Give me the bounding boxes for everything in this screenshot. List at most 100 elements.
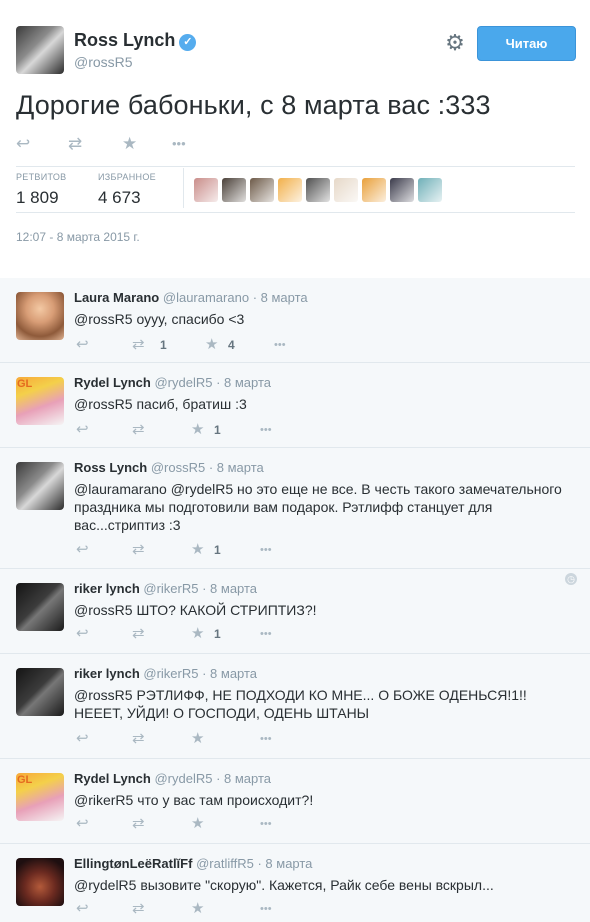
retweets-label: РЕТВИТОВ (16, 172, 67, 182)
reply-author-handle[interactable]: @rydelR5 (154, 771, 212, 786)
reply-tweet[interactable]: GL Rydel Lynch @rydelR5 · 8 марта @rossR… (0, 363, 590, 448)
favoriter-avatar[interactable] (278, 178, 302, 202)
reply-icon[interactable]: ↩ (16, 134, 30, 154)
divider (16, 212, 575, 213)
reply-tweet[interactable]: Laura Marano @lauramarano · 8 марта @ros… (0, 278, 590, 363)
retweet-icon[interactable]: ⇄ (68, 134, 82, 154)
tweet-timestamp[interactable]: 12:07 - 8 марта 2015 г. (16, 230, 140, 244)
more-icon[interactable]: ••• (260, 815, 272, 833)
favoriter-avatar[interactable] (390, 178, 414, 202)
retweets-stat[interactable]: РЕТВИТОВ 1 809 (16, 172, 66, 208)
avatar[interactable] (16, 858, 64, 906)
author-name[interactable]: Ross Lynch ✓ (74, 30, 197, 51)
favorite-icon[interactable]: ★ (191, 541, 204, 559)
reply-icon[interactable]: ↩ (76, 421, 89, 439)
reply-header: EllingtønLeëRatlĭFf @ratliffR5 · 8 марта (74, 856, 312, 871)
reply-tweet[interactable]: EllingtønLeëRatlĭFf @ratliffR5 · 8 марта… (0, 844, 590, 922)
reply-tweet[interactable]: Ross Lynch @rossR5 · 8 марта @lauramaran… (0, 448, 590, 569)
reply-author-name[interactable]: riker lynch (74, 666, 140, 681)
more-icon[interactable]: ••• (274, 336, 286, 354)
retweet-icon[interactable]: ⇄ (132, 900, 145, 918)
favorite-icon[interactable]: ★ (205, 336, 218, 354)
reply-author-handle[interactable]: @rossR5 (151, 460, 205, 475)
reply-author-handle[interactable]: @rikerR5 (143, 581, 198, 596)
avatar[interactable]: GL (16, 377, 64, 425)
reply-author-handle[interactable]: @rikerR5 (143, 666, 198, 681)
favorite-icon[interactable]: ★ (191, 730, 204, 748)
avatar-magazine-text: GL (17, 378, 33, 390)
follow-button[interactable]: Читаю (477, 26, 576, 61)
retweet-icon[interactable]: ⇄ (132, 730, 145, 748)
more-icon[interactable]: ••• (172, 134, 186, 154)
avatar[interactable] (16, 583, 64, 631)
reply-tweet[interactable]: GL Rydel Lynch @rydelR5 · 8 марта @riker… (0, 759, 590, 844)
reply-author-name[interactable]: Laura Marano (74, 290, 159, 305)
author-handle[interactable]: @rossR5 (74, 54, 133, 70)
reply-header: riker lynch @rikerR5 · 8 марта (74, 666, 257, 681)
favorite-icon[interactable]: ★ (191, 900, 204, 918)
reply-date[interactable]: · 8 марта (257, 856, 312, 871)
favorite-icon[interactable]: ★ (191, 625, 204, 643)
reply-author-handle[interactable]: @ratliffR5 (196, 856, 254, 871)
author-name-text[interactable]: Ross Lynch (74, 30, 175, 50)
verified-icon: ✓ (179, 34, 197, 51)
more-icon[interactable]: ••• (260, 541, 272, 559)
reply-icon[interactable]: ↩ (76, 336, 89, 354)
favorite-icon[interactable]: ★ (191, 815, 204, 833)
reply-icon[interactable]: ↩ (76, 625, 89, 643)
favoriter-avatar[interactable] (418, 178, 442, 202)
favorite-count: 4 (228, 338, 235, 352)
reply-author-name[interactable]: EllingtønLeëRatlĭFf (74, 856, 192, 871)
favorite-count: 1 (214, 627, 221, 641)
favoriter-avatar[interactable] (194, 178, 218, 202)
avatar[interactable] (16, 668, 64, 716)
favoriter-avatar[interactable] (222, 178, 246, 202)
favorite-icon[interactable]: ★ (191, 421, 204, 439)
favoriter-avatar[interactable] (334, 178, 358, 202)
retweet-icon[interactable]: ⇄ (132, 625, 145, 643)
reply-date[interactable]: · 8 марта (216, 375, 271, 390)
retweet-icon[interactable]: ⇄ (132, 336, 145, 354)
reply-author-handle[interactable]: @rydelR5 (154, 375, 212, 390)
reply-date[interactable]: · 8 марта (209, 460, 264, 475)
retweet-icon[interactable]: ⇄ (132, 541, 145, 559)
favoriter-avatar[interactable] (306, 178, 330, 202)
more-icon[interactable]: ••• (260, 421, 272, 439)
reply-tweet[interactable]: riker lynch @rikerR5 · 8 марта ◷ @rossR5… (0, 569, 590, 654)
reply-icon[interactable]: ↩ (76, 815, 89, 833)
avatar[interactable] (16, 462, 64, 510)
reply-date[interactable]: · 8 марта (202, 666, 257, 681)
reply-icon[interactable]: ↩ (76, 730, 89, 748)
reply-header: Rydel Lynch @rydelR5 · 8 марта (74, 771, 271, 786)
reply-author-name[interactable]: Rydel Lynch (74, 375, 151, 390)
avatar[interactable] (16, 292, 64, 340)
reply-tweet[interactable]: riker lynch @rikerR5 · 8 марта @rossR5 Р… (0, 654, 590, 759)
retweet-icon[interactable]: ⇄ (132, 421, 145, 439)
gear-icon[interactable]: ⚙ (444, 32, 466, 54)
globe-icon: ◷ (565, 573, 577, 585)
reply-header: Ross Lynch @rossR5 · 8 марта (74, 460, 264, 475)
reply-text: @rikerR5 что у вас там происходит?! (74, 792, 314, 808)
more-icon[interactable]: ••• (260, 900, 272, 918)
reply-icon[interactable]: ↩ (76, 541, 89, 559)
reply-actions: ↩ ⇄ ★ ••• (74, 815, 314, 833)
reply-author-name[interactable]: Rydel Lynch (74, 771, 151, 786)
reply-author-name[interactable]: riker lynch (74, 581, 140, 596)
more-icon[interactable]: ••• (260, 625, 272, 643)
retweet-icon[interactable]: ⇄ (132, 815, 145, 833)
favorite-icon[interactable]: ★ (122, 134, 137, 154)
reply-author-handle[interactable]: @lauramarano (163, 290, 249, 305)
reply-date[interactable]: · 8 марта (202, 581, 257, 596)
favoriter-avatar[interactable] (362, 178, 386, 202)
avatar[interactable]: GL (16, 773, 64, 821)
favoriter-avatar[interactable] (250, 178, 274, 202)
more-icon[interactable]: ••• (260, 730, 272, 748)
favorites-stat[interactable]: ИЗБРАННОЕ 4 673 (98, 172, 156, 208)
reply-date[interactable]: · 8 марта (216, 771, 271, 786)
reply-text: @rossR5 пасиб, братиш :3 (74, 396, 247, 412)
avatar[interactable] (16, 26, 64, 74)
reply-author-name[interactable]: Ross Lynch (74, 460, 147, 475)
reply-icon[interactable]: ↩ (76, 900, 89, 918)
reply-date[interactable]: · 8 марта (253, 290, 308, 305)
reply-text: @rossR5 оууу, спасибо <3 (74, 311, 245, 327)
